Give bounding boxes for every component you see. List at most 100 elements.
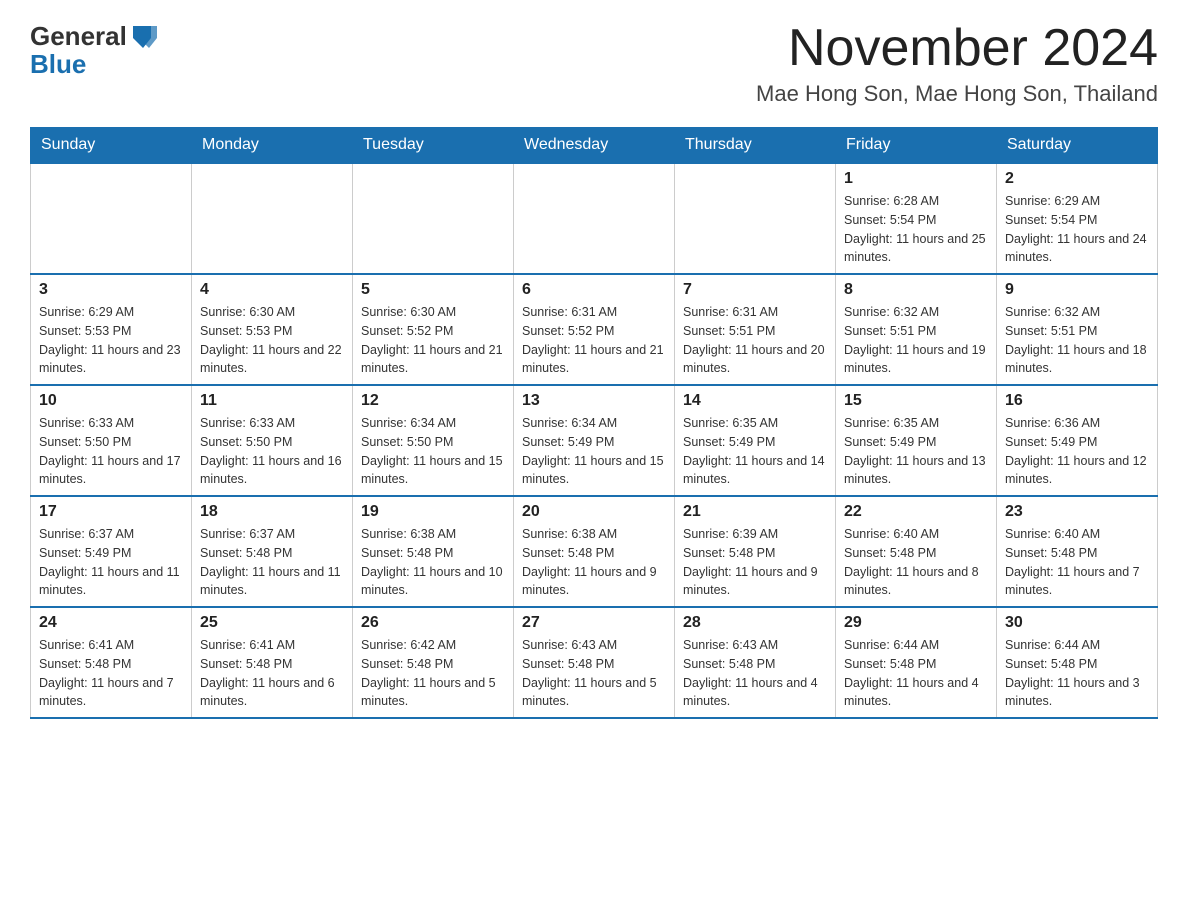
day-info: Sunrise: 6:37 AMSunset: 5:48 PMDaylight:…	[200, 525, 344, 600]
calendar-cell: 27 Sunrise: 6:43 AMSunset: 5:48 PMDayligh…	[514, 607, 675, 718]
calendar-cell: 8Sunrise: 6:32 AMSunset: 5:51 PMDaylight…	[836, 274, 997, 385]
logo: General Blue	[30, 20, 157, 80]
day-number: 30	[1005, 614, 1149, 632]
day-info: Sunrise: 6:40 AMSunset: 5:48 PMDaylight:…	[844, 525, 988, 600]
day-number: 10	[39, 392, 183, 410]
day-number: 26	[361, 614, 505, 632]
calendar-cell	[192, 163, 353, 274]
calendar-cell: 11 Sunrise: 6:33 AMSunset: 5:50 PMDayligh…	[192, 385, 353, 496]
day-info: Sunrise: 6:30 AMSunset: 5:52 PMDaylight:…	[361, 303, 505, 378]
calendar-cell: 10 Sunrise: 6:33 AMSunset: 5:50 PMDayligh…	[31, 385, 192, 496]
day-number: 5	[361, 281, 505, 299]
weekday-header-saturday: Saturday	[997, 128, 1158, 164]
calendar-cell	[353, 163, 514, 274]
day-number: 27	[522, 614, 666, 632]
day-number: 14	[683, 392, 827, 410]
calendar-cell	[675, 163, 836, 274]
calendar-cell: 17Sunrise: 6:37 AMSunset: 5:49 PMDayligh…	[31, 496, 192, 607]
day-info: Sunrise: 6:33 AMSunset: 5:50 PMDaylight:…	[39, 414, 183, 489]
logo-blue-text: Blue	[30, 49, 86, 80]
day-info: Sunrise: 6:38 AMSunset: 5:48 PMDaylight:…	[361, 525, 505, 600]
logo-general-text: General	[30, 21, 127, 52]
day-number: 28	[683, 614, 827, 632]
calendar-cell: 20 Sunrise: 6:38 AMSunset: 5:48 PMDayligh…	[514, 496, 675, 607]
day-number: 19	[361, 503, 505, 521]
day-number: 16	[1005, 392, 1149, 410]
day-number: 29	[844, 614, 988, 632]
calendar-cell: 2 Sunrise: 6:29 AMSunset: 5:54 PMDaylight…	[997, 163, 1158, 274]
day-number: 11	[200, 392, 344, 410]
day-number: 17	[39, 503, 183, 521]
month-title: November 2024	[756, 20, 1158, 77]
day-info: Sunrise: 6:42 AMSunset: 5:48 PMDaylight:…	[361, 636, 505, 711]
calendar-cell: 21 Sunrise: 6:39 AMSunset: 5:48 PMDayligh…	[675, 496, 836, 607]
day-info: Sunrise: 6:43 AMSunset: 5:48 PMDaylight:…	[522, 636, 666, 711]
day-info: Sunrise: 6:40 AMSunset: 5:48 PMDaylight:…	[1005, 525, 1149, 600]
calendar-cell: 30Sunrise: 6:44 AMSunset: 5:48 PMDayligh…	[997, 607, 1158, 718]
day-info: Sunrise: 6:44 AMSunset: 5:48 PMDaylight:…	[844, 636, 988, 711]
weekday-header-row: SundayMondayTuesdayWednesdayThursdayFrid…	[31, 128, 1158, 164]
calendar-week-row: 17Sunrise: 6:37 AMSunset: 5:49 PMDayligh…	[31, 496, 1158, 607]
calendar-cell: 3Sunrise: 6:29 AMSunset: 5:53 PMDaylight…	[31, 274, 192, 385]
day-number: 12	[361, 392, 505, 410]
calendar-cell	[31, 163, 192, 274]
calendar-week-row: 1 Sunrise: 6:28 AMSunset: 5:54 PMDaylight…	[31, 163, 1158, 274]
weekday-header-tuesday: Tuesday	[353, 128, 514, 164]
day-info: Sunrise: 6:43 AMSunset: 5:48 PMDaylight:…	[683, 636, 827, 711]
calendar-cell: 28 Sunrise: 6:43 AMSunset: 5:48 PMDayligh…	[675, 607, 836, 718]
day-info: Sunrise: 6:35 AMSunset: 5:49 PMDaylight:…	[683, 414, 827, 489]
calendar-cell: 29 Sunrise: 6:44 AMSunset: 5:48 PMDayligh…	[836, 607, 997, 718]
calendar-week-row: 24Sunrise: 6:41 AMSunset: 5:48 PMDayligh…	[31, 607, 1158, 718]
calendar-cell: 23 Sunrise: 6:40 AMSunset: 5:48 PMDayligh…	[997, 496, 1158, 607]
day-info: Sunrise: 6:30 AMSunset: 5:53 PMDaylight:…	[200, 303, 344, 378]
calendar-cell	[514, 163, 675, 274]
day-number: 23	[1005, 503, 1149, 521]
calendar-week-row: 3Sunrise: 6:29 AMSunset: 5:53 PMDaylight…	[31, 274, 1158, 385]
day-info: Sunrise: 6:33 AMSunset: 5:50 PMDaylight:…	[200, 414, 344, 489]
day-info: Sunrise: 6:34 AMSunset: 5:50 PMDaylight:…	[361, 414, 505, 489]
day-number: 22	[844, 503, 988, 521]
day-number: 7	[683, 281, 827, 299]
location-title: Mae Hong Son, Mae Hong Son, Thailand	[756, 81, 1158, 107]
day-info: Sunrise: 6:36 AMSunset: 5:49 PMDaylight:…	[1005, 414, 1149, 489]
day-number: 2	[1005, 170, 1149, 188]
calendar-week-row: 10 Sunrise: 6:33 AMSunset: 5:50 PMDayligh…	[31, 385, 1158, 496]
weekday-header-wednesday: Wednesday	[514, 128, 675, 164]
day-number: 21	[683, 503, 827, 521]
day-number: 25	[200, 614, 344, 632]
calendar-table: SundayMondayTuesdayWednesdayThursdayFrid…	[30, 127, 1158, 719]
calendar-cell: 1 Sunrise: 6:28 AMSunset: 5:54 PMDaylight…	[836, 163, 997, 274]
day-info: Sunrise: 6:31 AMSunset: 5:51 PMDaylight:…	[683, 303, 827, 378]
calendar-cell: 14 Sunrise: 6:35 AMSunset: 5:49 PMDayligh…	[675, 385, 836, 496]
day-number: 6	[522, 281, 666, 299]
day-info: Sunrise: 6:41 AMSunset: 5:48 PMDaylight:…	[200, 636, 344, 711]
calendar-cell: 6 Sunrise: 6:31 AMSunset: 5:52 PMDaylight…	[514, 274, 675, 385]
page-header: General Blue November 2024 Mae Hong Son,…	[30, 20, 1158, 107]
day-number: 15	[844, 392, 988, 410]
day-info: Sunrise: 6:32 AMSunset: 5:51 PMDaylight:…	[844, 303, 988, 378]
day-info: Sunrise: 6:29 AMSunset: 5:54 PMDaylight:…	[1005, 192, 1149, 267]
calendar-cell: 19 Sunrise: 6:38 AMSunset: 5:48 PMDayligh…	[353, 496, 514, 607]
day-info: Sunrise: 6:32 AMSunset: 5:51 PMDaylight:…	[1005, 303, 1149, 378]
day-number: 1	[844, 170, 988, 188]
weekday-header-sunday: Sunday	[31, 128, 192, 164]
weekday-header-monday: Monday	[192, 128, 353, 164]
calendar-cell: 15 Sunrise: 6:35 AMSunset: 5:49 PMDayligh…	[836, 385, 997, 496]
day-info: Sunrise: 6:35 AMSunset: 5:49 PMDaylight:…	[844, 414, 988, 489]
calendar-cell: 26 Sunrise: 6:42 AMSunset: 5:48 PMDayligh…	[353, 607, 514, 718]
day-info: Sunrise: 6:34 AMSunset: 5:49 PMDaylight:…	[522, 414, 666, 489]
day-number: 9	[1005, 281, 1149, 299]
calendar-cell: 5 Sunrise: 6:30 AMSunset: 5:52 PMDaylight…	[353, 274, 514, 385]
day-number: 20	[522, 503, 666, 521]
calendar-cell: 18 Sunrise: 6:37 AMSunset: 5:48 PMDayligh…	[192, 496, 353, 607]
day-number: 13	[522, 392, 666, 410]
day-number: 4	[200, 281, 344, 299]
day-info: Sunrise: 6:38 AMSunset: 5:48 PMDaylight:…	[522, 525, 666, 600]
day-info: Sunrise: 6:28 AMSunset: 5:54 PMDaylight:…	[844, 192, 988, 267]
weekday-header-thursday: Thursday	[675, 128, 836, 164]
calendar-cell: 4 Sunrise: 6:30 AMSunset: 5:53 PMDaylight…	[192, 274, 353, 385]
day-number: 18	[200, 503, 344, 521]
day-info: Sunrise: 6:31 AMSunset: 5:52 PMDaylight:…	[522, 303, 666, 378]
calendar-cell: 12 Sunrise: 6:34 AMSunset: 5:50 PMDayligh…	[353, 385, 514, 496]
day-info: Sunrise: 6:39 AMSunset: 5:48 PMDaylight:…	[683, 525, 827, 600]
